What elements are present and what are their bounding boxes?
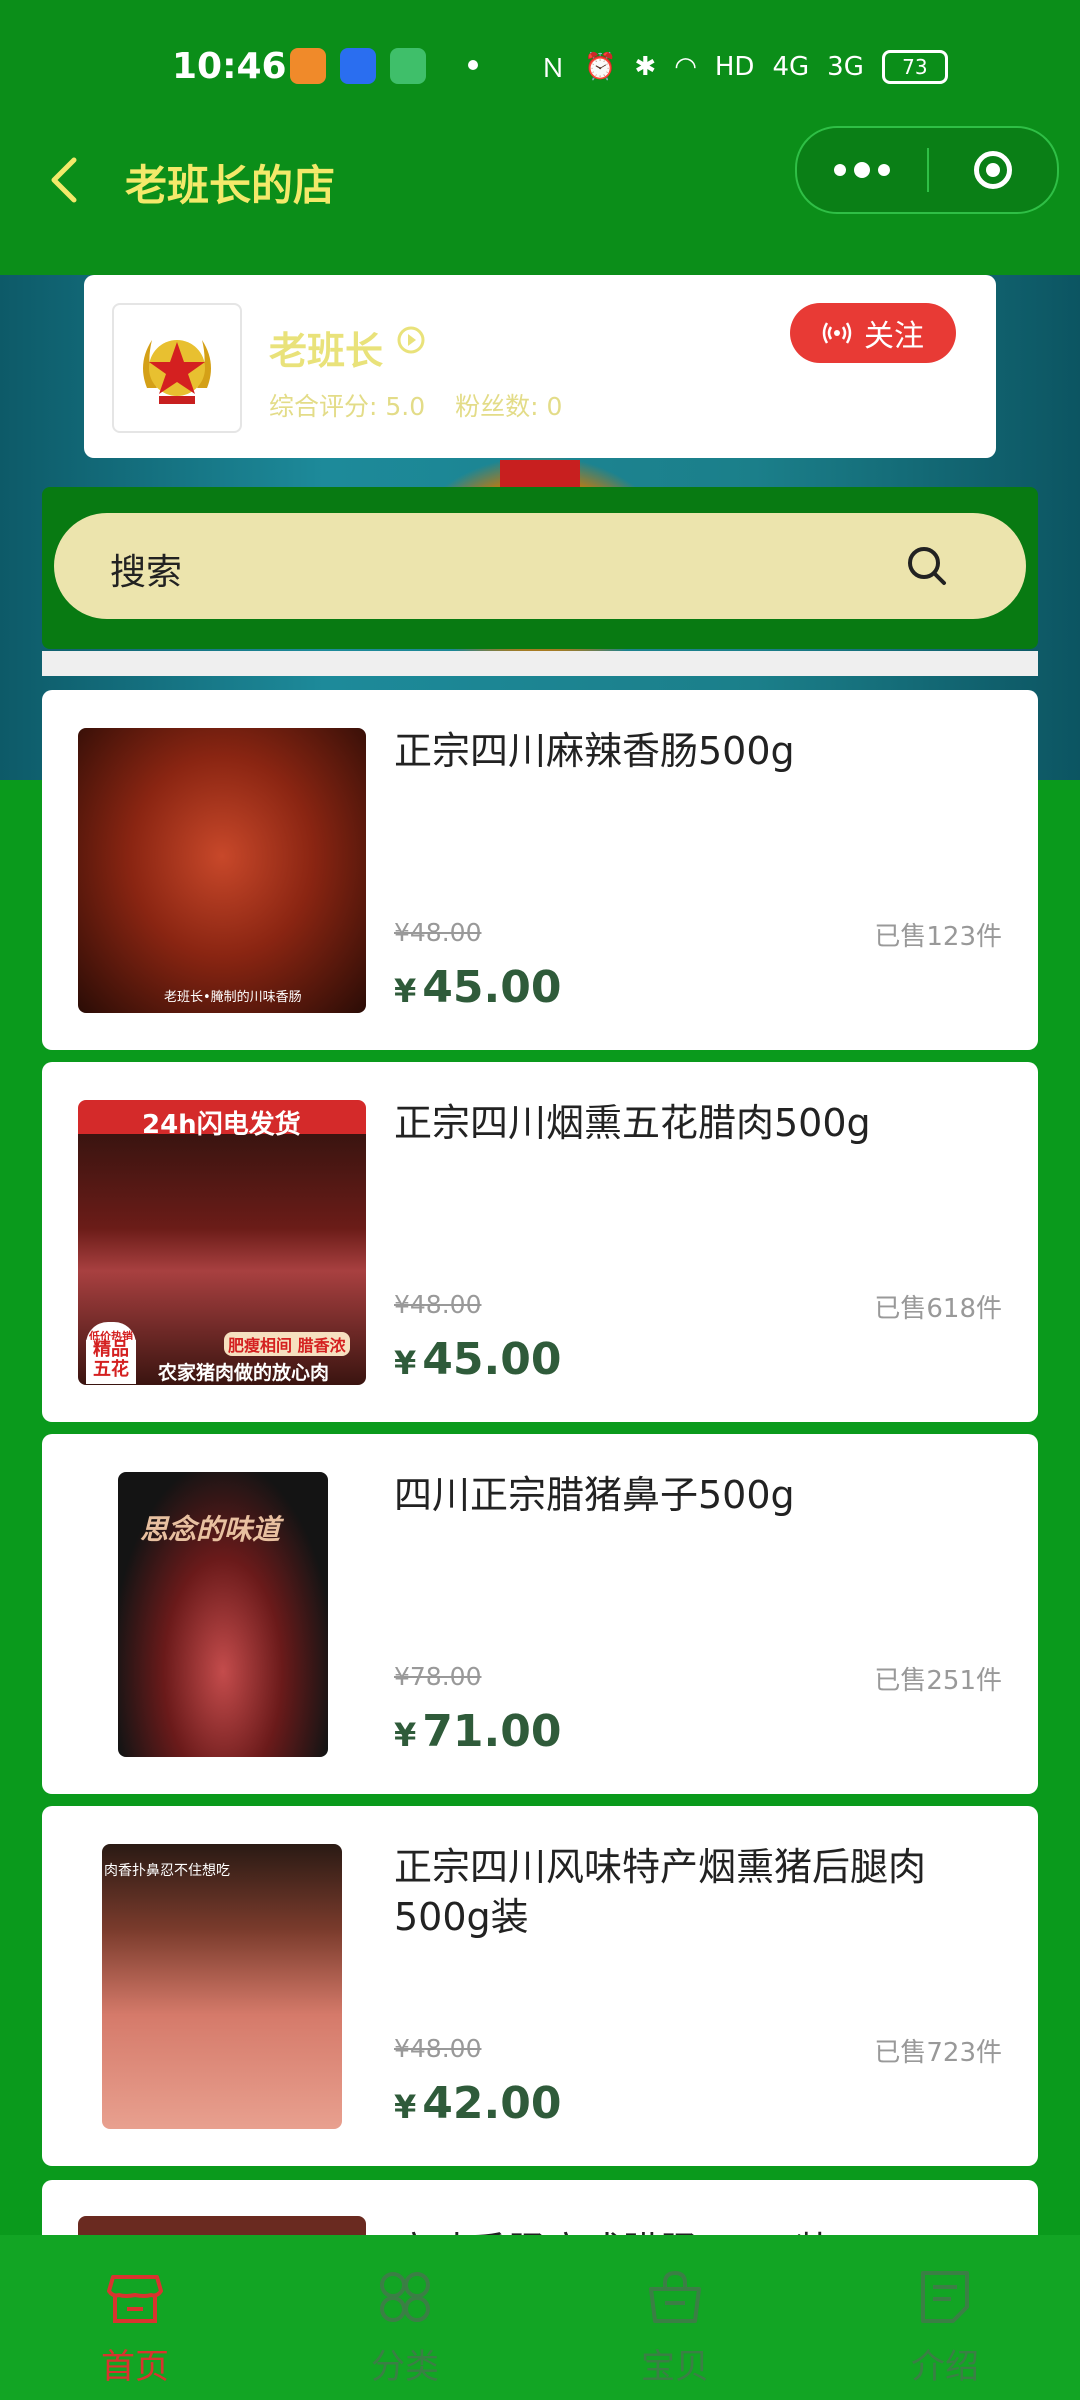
more-button[interactable]: [797, 128, 927, 212]
more-dots-icon: [878, 164, 890, 176]
currency-symbol: ¥: [394, 2088, 417, 2126]
price-value: 45.00: [422, 962, 562, 1013]
original-price: ¥48.00: [394, 2034, 482, 2063]
image-caption: 老班长•腌制的川味香肠: [164, 990, 302, 1005]
close-button[interactable]: [929, 128, 1057, 212]
alarm-icon: ⏰: [584, 51, 617, 82]
fans-stat: 粉丝数: 0: [455, 392, 563, 421]
more-dots-icon: [834, 164, 846, 176]
current-price: ¥ 71.00: [394, 1706, 561, 1757]
sold-count: 已售618件: [874, 1294, 1002, 1324]
product-card[interactable]: 老班长•腌制的川味香肠 正宗四川麻辣香肠500g ¥48.00 已售123件 ¥…: [42, 690, 1038, 1050]
status-bar: 10:46 Ｎ ⏰ ✱ ◠ HD 4G 3G 73: [0, 0, 1080, 130]
more-dots-icon: [854, 162, 870, 178]
bluetooth-icon: ✱: [634, 51, 657, 82]
battery-icon: 73: [881, 49, 948, 84]
product-image[interactable]: 思念的味道: [118, 1472, 328, 1757]
signal-4g-icon: 4G: [772, 51, 810, 82]
product-image[interactable]: 老班长•腌制的川味香肠: [78, 728, 366, 1013]
tab-products[interactable]: 宝贝: [540, 2235, 810, 2400]
divider-strip: [42, 651, 1038, 676]
broadcast-icon: [822, 322, 852, 344]
currency-symbol: ¥: [394, 972, 417, 1010]
chevron-left-icon: [51, 157, 77, 203]
tab-home[interactable]: 首页: [0, 2235, 270, 2400]
status-time: 10:46: [172, 46, 287, 87]
sold-count: 已售123件: [874, 922, 1002, 952]
shop-stats: 综合评分: 5.0 粉丝数: 0: [269, 387, 562, 423]
price-value: 42.00: [422, 2078, 562, 2129]
signal-3g-icon: 3G: [827, 51, 864, 82]
tab-label: 介绍: [911, 2347, 979, 2387]
search-icon[interactable]: [904, 543, 950, 589]
product-image[interactable]: 肉香扑鼻忍不住想吃: [102, 1844, 342, 2129]
star-badge-icon: [143, 340, 211, 404]
product-name: 正宗四川烟熏五花腊肉500g: [394, 1101, 871, 1145]
app-notification-icon: [340, 48, 376, 84]
mini-program-capsule: [795, 126, 1059, 214]
original-price: ¥78.00: [394, 1662, 482, 1691]
original-price: ¥48.00: [394, 1290, 482, 1319]
nfc-icon: Ｎ: [540, 54, 567, 84]
search-input[interactable]: 搜索: [54, 513, 1026, 619]
app-notification-icon: [290, 48, 326, 84]
rating-stat: 综合评分: 5.0: [269, 392, 426, 421]
sold-count: 已售251件: [874, 1666, 1002, 1696]
image-caption: 肉香扑鼻忍不住想吃: [104, 1863, 230, 1879]
search-section: 搜索: [42, 487, 1038, 649]
notification-icons: [290, 48, 426, 84]
more-notifications-dot: [468, 60, 478, 70]
price-value: 45.00: [422, 1334, 562, 1385]
system-icons: Ｎ ⏰ ✱ ◠ HD 4G 3G 73: [540, 48, 948, 85]
bottom-tab-bar: 首页 分类 宝贝 介绍: [0, 2235, 1080, 2400]
play-notification-icon: [390, 48, 426, 84]
image-bottom-text: 农家猪肉做的放心肉: [158, 1362, 330, 1384]
original-price: ¥48.00: [394, 918, 482, 947]
follow-label: 关注: [864, 319, 924, 354]
tab-label: 宝贝: [641, 2347, 709, 2387]
tab-intro[interactable]: 介绍: [810, 2235, 1080, 2400]
follow-button[interactable]: 关注: [790, 303, 956, 363]
top-bar: 10:46 Ｎ ⏰ ✱ ◠ HD 4G 3G 73 老班长的店: [0, 0, 1080, 275]
current-price: ¥ 45.00: [394, 962, 561, 1013]
shop-home-icon: [107, 2275, 163, 2323]
product-card[interactable]: 肉香扑鼻忍不住想吃 正宗四川风味特产烟熏猪后腿肉500g装 ¥48.00 已售7…: [42, 1806, 1038, 2166]
currency-symbol: ¥: [394, 1716, 417, 1754]
back-button[interactable]: [40, 150, 90, 210]
image-mid-text: 肥瘦相间 腊香浓: [224, 1332, 350, 1356]
tab-label: 首页: [101, 2347, 169, 2387]
product-name: 正宗四川麻辣香肠500g: [394, 729, 795, 773]
image-tag-text: 精品五花: [86, 1340, 136, 1384]
current-price: ¥ 45.00: [394, 1334, 561, 1385]
shop-name[interactable]: 老班长: [269, 320, 383, 375]
product-card[interactable]: 思念的味道 四川正宗腊猪鼻子500g ¥78.00 已售251件 ¥ 71.00: [42, 1434, 1038, 1794]
target-close-icon: [974, 151, 1012, 189]
product-name: 正宗四川风味特产烟熏猪后腿肉500g装: [394, 1845, 927, 1939]
shopping-bag-icon: [649, 2270, 701, 2323]
page-title: 老班长的店: [125, 161, 336, 210]
product-card[interactable]: 24h闪电发货 肥瘦相间 腊香浓 低价热销 精品五花 农家猪肉做的放心肉 正宗四…: [42, 1062, 1038, 1422]
note-intro-icon: [921, 2271, 969, 2323]
tab-label: 分类: [371, 2347, 439, 2387]
wifi-icon: ◠: [674, 51, 697, 82]
product-image[interactable]: 24h闪电发货 肥瘦相间 腊香浓 低价热销 精品五花 农家猪肉做的放心肉: [78, 1100, 366, 1385]
search-placeholder: 搜索: [110, 552, 183, 593]
shop-info-card: 老班长 综合评分: 5.0 粉丝数: 0 关注: [84, 275, 996, 458]
product-name: 四川正宗腊猪鼻子500g: [394, 1473, 795, 1517]
tab-category[interactable]: 分类: [270, 2235, 540, 2400]
current-price: ¥ 42.00: [394, 2078, 561, 2129]
shop-logo[interactable]: [112, 303, 242, 433]
image-banner-text: 24h闪电发货: [142, 1110, 301, 1140]
sold-count: 已售723件: [874, 2038, 1002, 2068]
chevron-right-circle-icon[interactable]: [396, 325, 426, 355]
nav-header: 老班长的店: [0, 126, 1080, 230]
currency-symbol: ¥: [394, 1344, 417, 1382]
grid-category-icon: [380, 2272, 430, 2322]
image-caption: 思念的味道: [140, 1513, 281, 1546]
hd-icon: HD: [714, 51, 755, 82]
price-value: 71.00: [422, 1706, 562, 1757]
